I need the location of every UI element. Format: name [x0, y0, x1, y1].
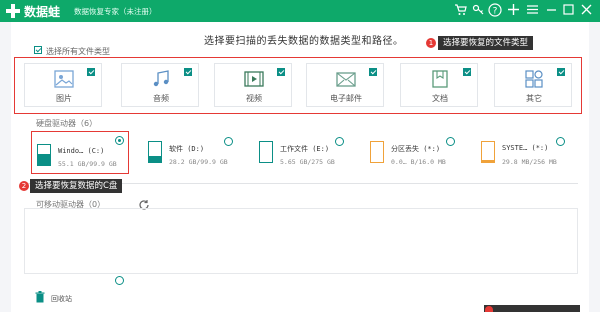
music-icon — [150, 69, 172, 89]
drive-system-usage — [482, 159, 494, 162]
type-checkbox-audio[interactable] — [184, 68, 192, 76]
drive-d-icon — [148, 141, 162, 163]
callout-file-types: 选择要恢复的文件类型 — [438, 36, 534, 50]
partial-callout-dot — [485, 306, 493, 312]
removable-drives-area — [24, 208, 578, 274]
drive-d-usage — [149, 156, 161, 162]
app-subtitle: 数据恢复专家（未注册） — [74, 7, 157, 16]
disks-section-label: 硬盘驱动器（6） — [36, 119, 98, 128]
add-icon[interactable] — [505, 3, 521, 19]
document-icon — [429, 69, 451, 89]
drive-system-size: 29.8 MB/256 MB — [502, 158, 557, 166]
type-checkbox-other[interactable] — [557, 68, 565, 76]
cart-icon[interactable] — [452, 3, 468, 19]
drive-d-size: 28.2 GB/99.9 GB — [169, 158, 228, 166]
key-icon[interactable] — [470, 3, 486, 19]
drive-c-radio[interactable] — [115, 136, 124, 145]
type-checkbox-images[interactable] — [87, 68, 95, 76]
app-name: 数据蛙 — [24, 5, 61, 19]
image-icon — [53, 69, 75, 89]
type-label-documents: 文档 — [432, 94, 448, 103]
type-label-other: 其它 — [526, 94, 542, 103]
drive-c-icon — [37, 144, 51, 166]
maximize-icon[interactable] — [560, 3, 576, 19]
type-checkbox-video[interactable] — [277, 68, 285, 76]
type-label-video: 视频 — [246, 94, 262, 103]
drive-e-size: 5.65 GB/275 GB — [280, 158, 335, 166]
video-icon — [243, 69, 265, 89]
drive-e-radio[interactable] — [335, 137, 344, 146]
minimize-icon[interactable] — [543, 3, 559, 19]
drive-c-name: Windo… (C:) — [58, 147, 105, 155]
title-bar: 数据蛙 数据恢复专家（未注册） ? — [0, 0, 600, 22]
type-checkbox-documents[interactable] — [463, 68, 471, 76]
drive-lost-radio[interactable] — [446, 137, 455, 146]
drive-system-icon — [481, 141, 495, 163]
menu-icon[interactable] — [524, 3, 540, 19]
partial-callout — [484, 305, 580, 312]
type-label-images: 图片 — [56, 94, 72, 103]
drive-lost-icon — [370, 141, 384, 163]
drive-e-icon — [259, 141, 273, 163]
callout-2-number: 2 — [19, 181, 29, 191]
drive-d-radio[interactable] — [224, 137, 233, 146]
drive-d-name: 软件 (D:) — [169, 145, 205, 153]
select-all-label: 选择所有文件类型 — [46, 47, 110, 56]
type-card-video[interactable]: 视频 — [214, 63, 292, 107]
close-icon[interactable] — [578, 3, 594, 19]
drive-c-size: 55.1 GB/99.9 GB — [58, 160, 117, 168]
drive-lost-name: 分区丢失 (*:) — [391, 145, 441, 153]
type-label-audio: 音频 — [153, 94, 169, 103]
type-checkbox-email[interactable] — [369, 68, 377, 76]
type-card-other[interactable]: 其它 — [494, 63, 572, 107]
svg-text:?: ? — [493, 7, 498, 17]
drive-lost-size: 0.0… B/16.0 MB — [391, 158, 446, 166]
drive-system-name: SYSTE… (*:) — [502, 144, 549, 152]
drive-system-radio[interactable] — [556, 137, 565, 146]
drive-c-usage — [38, 154, 50, 165]
type-label-email: 电子邮件 — [330, 94, 362, 103]
drive-e-name: 工作文件 (E:) — [280, 145, 330, 153]
type-card-audio[interactable]: 音频 — [121, 63, 199, 107]
recycle-bin-label: 回收站 — [51, 295, 72, 303]
callout-drive-c: 选择要恢复数据的C盘 — [30, 179, 123, 193]
type-card-images[interactable]: 图片 — [24, 63, 102, 107]
page-instruction: 选择要扫描的丢失数据的数据类型和路径。 — [204, 36, 404, 47]
type-card-documents[interactable]: 文档 — [400, 63, 478, 107]
help-icon[interactable]: ? — [487, 3, 503, 19]
select-all-checkbox[interactable] — [34, 46, 42, 54]
app-logo-icon — [5, 3, 21, 19]
trash-icon[interactable] — [35, 288, 45, 303]
mail-icon — [335, 69, 357, 89]
recycle-bin-radio[interactable] — [115, 276, 124, 285]
callout-1-number: 1 — [426, 38, 436, 48]
other-icon — [523, 69, 545, 89]
type-card-email[interactable]: 电子邮件 — [306, 63, 384, 107]
